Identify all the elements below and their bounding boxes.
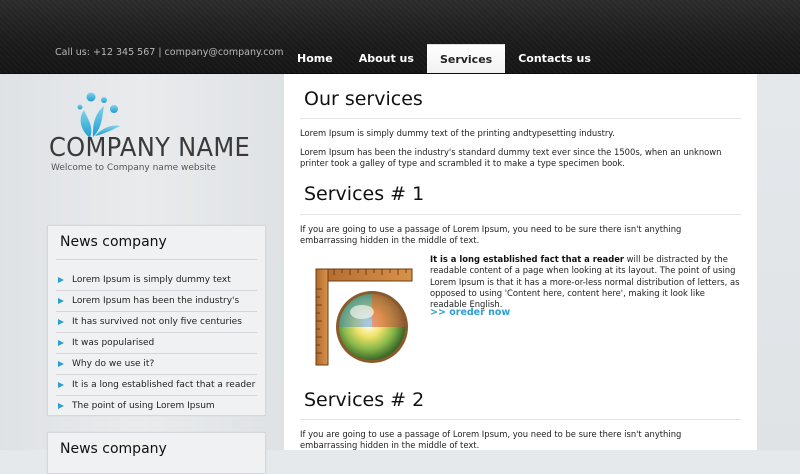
section-title-services-2: Services # 2 [304,389,425,411]
news-list: Lorem Ipsum is simply dummy text Lorem I… [56,271,257,417]
nav-home[interactable]: Home [284,44,346,73]
news-box-title: News company [60,234,167,250]
main-nav: Home About us Services Contacts us [284,44,604,73]
arrow-right-icon [58,403,64,409]
arrow-right-icon [58,277,64,283]
divider [56,259,257,260]
divider [300,419,741,420]
arrow-right-icon [58,340,64,346]
nav-services[interactable]: Services [426,44,506,73]
header-bar: Call us: +12 345 567 | company@company.c… [0,0,800,74]
intro-paragraph-1: Lorem Ipsum is simply dummy text of the … [300,128,615,138]
news-item-label: Lorem Ipsum has been the industry's [72,296,240,306]
intro-paragraph-2: Lorem Ipsum has been the industry's stan… [300,147,722,168]
main-content: Our services Lorem Ipsum is simply dummy… [284,74,757,450]
order-now-link[interactable]: >> oreder now [430,307,510,318]
news-item-label: The point of using Lorem Ipsum [72,401,215,411]
news-item-label: It is a long established fact that a rea… [72,380,256,390]
section-title-services-1: Services # 1 [304,183,425,205]
company-tagline: Welcome to Company name website [51,163,216,173]
arrow-right-icon [58,382,64,388]
nav-contacts-us[interactable]: Contacts us [505,44,604,73]
divider [300,118,741,119]
contact-info: Call us: +12 345 567 | company@company.c… [55,47,284,58]
news-item-label: It has survived not only five centuries [72,317,242,327]
news-box-2: News company [47,432,266,474]
news-item[interactable]: It is a long established fact that a rea… [56,376,257,396]
arrow-right-icon [58,298,64,304]
nav-about-us[interactable]: About us [346,44,427,73]
company-name-logo[interactable]: COMPANY NAME [49,133,250,163]
feature-bold-text: It is a long established fact that a rea… [430,254,625,264]
news-item-label: Lorem Ipsum is simply dummy text [72,275,231,285]
news-item[interactable]: Lorem Ipsum is simply dummy text [56,271,257,291]
news-item-label: It was popularised [72,338,155,348]
divider [300,214,741,215]
news-item[interactable]: It has survived not only five centuries [56,313,257,333]
news-item[interactable]: Lorem Ipsum has been the industry's [56,292,257,312]
news-item[interactable]: It was popularised [56,334,257,354]
ruler-sphere-icon [315,268,413,366]
news-item[interactable]: The point of using Lorem Ipsum [56,397,257,416]
news-box-title: News company [60,441,167,457]
services-1-paragraph: If you are going to use a passage of Lor… [300,224,682,245]
page-title: Our services [304,88,423,110]
arrow-right-icon [58,361,64,367]
arrow-right-icon [58,319,64,325]
feature-paragraph: It is a long established fact that a rea… [430,254,740,310]
news-item[interactable]: Why do we use it? [56,355,257,375]
news-box: News company Lorem Ipsum is simply dummy… [47,225,266,416]
news-item-label: Why do we use it? [72,359,155,369]
services-2-paragraph: If you are going to use a passage of Lor… [300,429,682,450]
